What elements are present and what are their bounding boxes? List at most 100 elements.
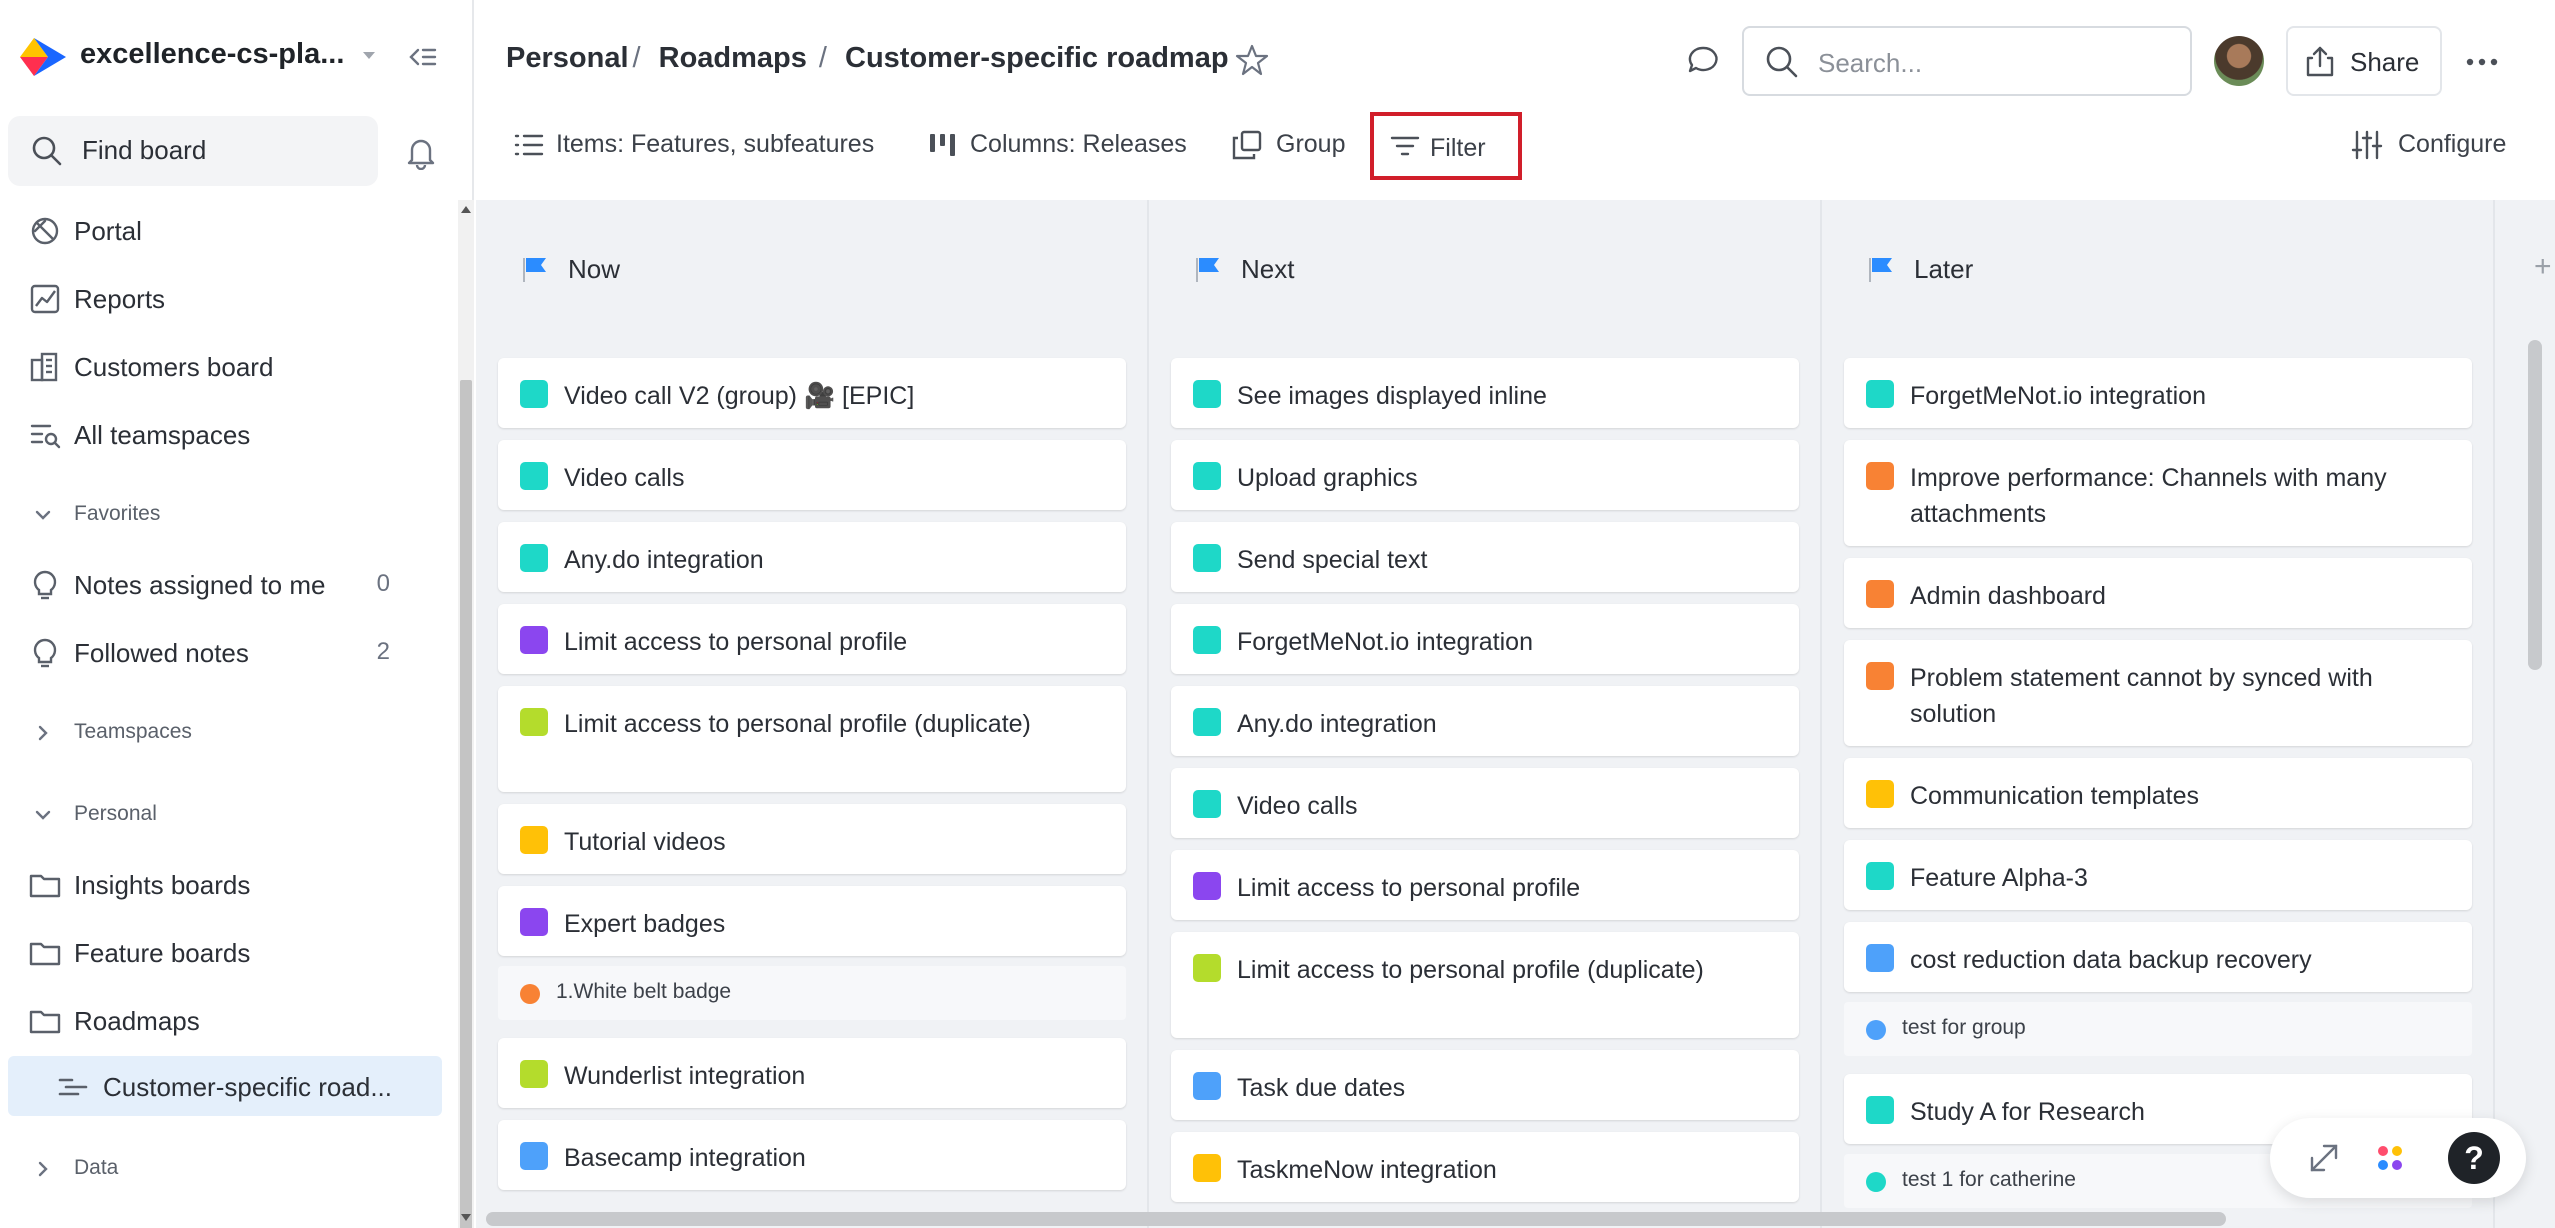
feature-card[interactable]: Wunderlist integration	[498, 1038, 1126, 1108]
feature-card[interactable]: Video calls	[498, 440, 1126, 510]
breadcrumb-item[interactable]: Roadmaps	[659, 42, 807, 74]
status-color-indicator	[1193, 380, 1221, 408]
more-options-icon[interactable]	[2462, 42, 2502, 82]
columns-selector-button[interactable]: Columns: Releases	[926, 124, 1206, 168]
filter-button[interactable]: Filter	[1370, 112, 1522, 180]
personal-section-toggle[interactable]: Personal	[0, 790, 450, 840]
roadmap-icon	[58, 1078, 88, 1096]
feature-card[interactable]: ForgetMeNot.io integration	[1171, 604, 1799, 674]
feature-card[interactable]: Improve performance: Channels with many …	[1844, 440, 2472, 546]
sidebar-item-reports[interactable]: Reports	[0, 268, 450, 328]
sidebar-item-customer-specific-roadmap[interactable]: Customer-specific road...	[8, 1056, 442, 1116]
search-placeholder: Search...	[1818, 48, 1923, 78]
portal-icon	[31, 217, 59, 245]
feature-card[interactable]: Limit access to personal profile	[1171, 850, 1799, 920]
subfeature-item[interactable]: test for group	[1844, 1002, 2472, 1056]
board-vertical-scrollbar[interactable]	[2524, 340, 2544, 1228]
items-selector-button[interactable]: Items: Features, subfeatures	[512, 124, 912, 168]
search-input[interactable]: Search...	[1742, 26, 2192, 96]
board-horizontal-scrollbar[interactable]	[486, 1210, 2526, 1226]
list-icon	[514, 134, 544, 156]
column-header-later[interactable]: Later	[1822, 200, 2495, 336]
columns-icon	[930, 134, 955, 156]
scroll-up-arrow-icon[interactable]	[461, 206, 471, 213]
comment-icon[interactable]	[1684, 42, 1722, 80]
avatar[interactable]	[2214, 36, 2264, 86]
feature-card[interactable]: Video call V2 (group) 🎥 [EPIC]	[498, 358, 1126, 428]
data-section-toggle[interactable]: Data	[0, 1144, 450, 1194]
sidebar-scroll-thumb[interactable]	[460, 380, 472, 1228]
feature-card[interactable]: Admin dashboard	[1844, 558, 2472, 628]
expand-icon[interactable]	[2306, 1140, 2342, 1176]
configure-button[interactable]: Configure	[2350, 124, 2540, 168]
help-button[interactable]: ?	[2448, 1132, 2500, 1184]
feature-title: Communication templates	[1910, 782, 2200, 810]
feature-card[interactable]: See images displayed inline	[1171, 358, 1799, 428]
breadcrumb-separator: /	[632, 42, 641, 74]
feature-card[interactable]: Any.do integration	[1171, 686, 1799, 756]
sidebar-item-label: Portal	[74, 216, 142, 246]
feature-card[interactable]: Task due dates	[1171, 1050, 1799, 1120]
scroll-down-arrow-icon[interactable]	[461, 1214, 471, 1221]
feature-card[interactable]: Limit access to personal profile (duplic…	[1171, 932, 1799, 1038]
sidebar-item-followed-notes[interactable]: Followed notes 2	[0, 622, 450, 682]
caret-down-icon[interactable]	[358, 44, 380, 66]
group-button[interactable]: Group	[1230, 124, 1360, 168]
breadcrumb: Personal / Roadmaps / Customer-specific ro…	[506, 42, 1229, 75]
find-board-label: Find board	[82, 135, 207, 165]
feature-card[interactable]: ForgetMeNot.io integration	[1844, 358, 2472, 428]
feature-card[interactable]: Tutorial videos	[498, 804, 1126, 874]
sidebar-item-all-teamspaces[interactable]: All teamspaces	[0, 404, 450, 464]
sidebar-scrollbar[interactable]	[458, 200, 474, 1228]
column-header-next[interactable]: Next	[1149, 200, 1822, 336]
board-scroll-thumb[interactable]	[486, 1212, 2226, 1226]
sidebar-item-portal[interactable]: Portal	[0, 200, 450, 260]
feature-title: See images displayed inline	[1237, 382, 1547, 410]
feature-card[interactable]: Expert badges	[498, 886, 1126, 956]
breadcrumb-item[interactable]: Personal	[506, 42, 629, 74]
find-board-button[interactable]: Find board	[8, 116, 378, 186]
share-button[interactable]: Share	[2286, 26, 2442, 96]
collapse-sidebar-icon[interactable]	[406, 40, 440, 74]
notifications-bell-icon[interactable]	[404, 134, 438, 170]
feature-card[interactable]: TaskmeNow integration	[1171, 1132, 1799, 1202]
feature-card[interactable]: Limit access to personal profile	[498, 604, 1126, 674]
personal-label: Personal	[74, 802, 157, 825]
teamspaces-label: Teamspaces	[74, 720, 192, 743]
flag-icon	[1196, 258, 1219, 282]
sidebar: excellence-cs-pla... Find board Portal R…	[0, 0, 474, 1228]
notes-count: 2	[376, 638, 390, 665]
sidebar-item-insights-boards[interactable]: Insights boards	[0, 854, 450, 914]
status-color-indicator	[520, 626, 548, 654]
sidebar-item-feature-boards[interactable]: Feature boards	[0, 922, 450, 982]
workspace-header[interactable]: excellence-cs-pla...	[0, 0, 474, 116]
add-column-icon[interactable]: +	[2534, 250, 2552, 284]
apps-icon[interactable]	[2374, 1142, 2406, 1174]
subfeature-item[interactable]: 1.White belt badge	[498, 966, 1126, 1020]
feature-card[interactable]: Communication templates	[1844, 758, 2472, 828]
sidebar-item-customers-board[interactable]: Customers board	[0, 336, 450, 396]
sidebar-item-notes-assigned[interactable]: Notes assigned to me 0	[0, 554, 450, 614]
feature-card[interactable]: Send special text	[1171, 522, 1799, 592]
teamspaces-section-toggle[interactable]: Teamspaces	[0, 708, 450, 758]
feature-card[interactable]: Problem statement cannot by synced with …	[1844, 640, 2472, 746]
lightbulb-icon	[33, 570, 57, 600]
feature-card[interactable]: Video calls	[1171, 768, 1799, 838]
feature-card[interactable]: Any.do integration	[498, 522, 1126, 592]
column-header-now[interactable]: Now	[476, 200, 1149, 336]
columns-label: Columns: Releases	[970, 130, 1187, 158]
feature-card[interactable]: Feature Alpha-3	[1844, 840, 2472, 910]
feature-card[interactable]: Limit access to personal profile (duplic…	[498, 686, 1126, 792]
status-color-indicator	[1866, 1020, 1886, 1040]
page-title[interactable]: Customer-specific roadmap	[845, 42, 1229, 74]
star-icon[interactable]	[1234, 42, 1270, 78]
feature-title: Limit access to personal profile (duplic…	[1237, 956, 1704, 984]
favorites-section-toggle[interactable]: Favorites	[0, 490, 450, 540]
board-scroll-thumb[interactable]	[2528, 340, 2542, 670]
favorites-label: Favorites	[74, 502, 161, 525]
folder-icon	[29, 874, 61, 898]
feature-card[interactable]: cost reduction data backup recovery	[1844, 922, 2472, 992]
feature-card[interactable]: Basecamp integration	[498, 1120, 1126, 1190]
sidebar-item-roadmaps[interactable]: Roadmaps	[0, 990, 450, 1050]
feature-card[interactable]: Upload graphics	[1171, 440, 1799, 510]
